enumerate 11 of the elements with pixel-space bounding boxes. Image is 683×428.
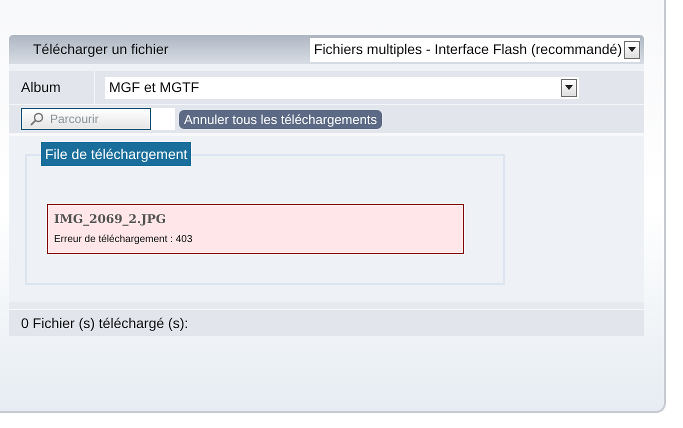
search-icon (30, 112, 44, 126)
file-name: IMG_2069_2.JPG (54, 211, 168, 228)
panel-title: Télécharger un fichier (33, 40, 168, 59)
cancel-all-button[interactable]: Annuler tous les téléchargements (179, 110, 382, 128)
queue-title: File de téléchargement (41, 142, 192, 166)
dropdown-caret-icon[interactable] (624, 40, 640, 58)
error-message: Erreur de téléchargement : 403 (54, 233, 194, 247)
uploaded-count: 0 Fichier (s) téléchargé (s): (21, 314, 188, 333)
mode-select[interactable]: Fichiers multiples - Interface Flash (recommandé) (310, 38, 640, 62)
album-select[interactable]: MGF et MGTF (105, 76, 579, 98)
dropdown-caret-icon[interactable] (561, 78, 577, 96)
